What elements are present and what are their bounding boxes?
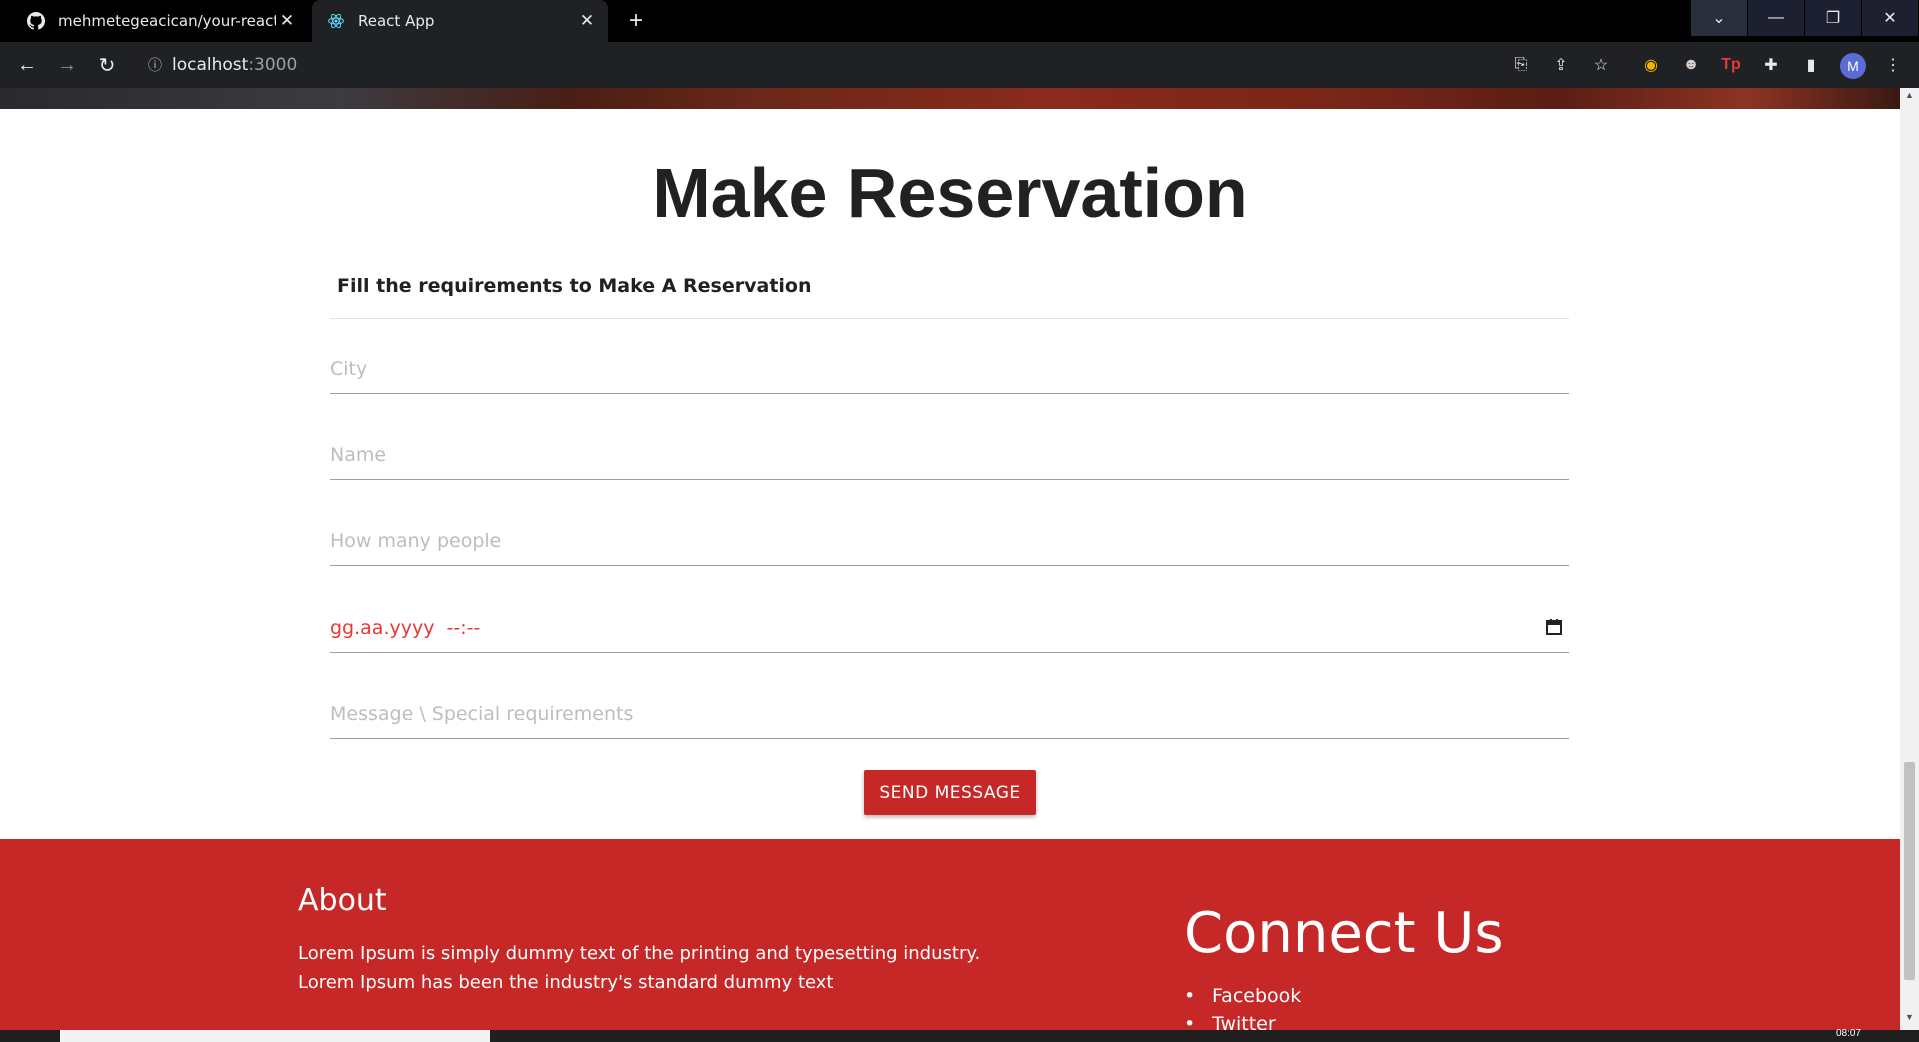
taskbar-search[interactable] — [60, 1030, 490, 1042]
scroll-up-icon[interactable]: ▲ — [1900, 90, 1919, 106]
reload-icon[interactable]: ↻ — [92, 50, 122, 80]
menu-kebab-icon[interactable]: ⋮ — [1880, 52, 1906, 78]
close-icon[interactable]: ✕ — [276, 11, 298, 31]
minimize-icon[interactable]: — — [1748, 0, 1804, 36]
form-subtitle: Fill the requirements to Make A Reservat… — [337, 275, 812, 297]
back-icon[interactable]: ← — [12, 50, 42, 80]
tab-search-chevron-icon[interactable]: ⌄ — [1691, 0, 1747, 36]
react-icon — [326, 11, 346, 31]
url-host: localhost — [172, 55, 249, 75]
avatar[interactable]: M — [1840, 53, 1866, 79]
translate-icon[interactable]: ⎘ — [1508, 52, 1534, 78]
window-close-icon[interactable]: ✕ — [1862, 0, 1918, 36]
footer: About Lorem Ipsum is simply dummy text o… — [0, 839, 1900, 1035]
restore-icon[interactable]: ❐ — [1805, 0, 1861, 36]
extension-tp-icon[interactable]: Tp — [1718, 52, 1744, 78]
github-icon — [26, 11, 46, 31]
url-port: :3000 — [248, 55, 298, 75]
site-info-icon[interactable]: ⓘ — [138, 55, 172, 75]
calendar-icon[interactable] — [1545, 618, 1563, 636]
os-taskbar: 08:07 — [0, 1028, 1919, 1042]
connect-heading: Connect Us — [1184, 901, 1504, 966]
message-input[interactable] — [330, 689, 1569, 739]
side-panel-icon[interactable]: ▮ — [1798, 52, 1824, 78]
city-input[interactable] — [330, 344, 1569, 394]
reservation-section: Make Reservation Fill the requirements t… — [0, 109, 1900, 839]
close-icon[interactable]: ✕ — [576, 11, 598, 31]
tab-title: React App — [358, 12, 435, 30]
page-title: Make Reservation — [652, 154, 1248, 232]
new-tab-button[interactable]: + — [622, 0, 650, 42]
datetime-value: gg.aa.yyyy --:-- — [330, 616, 481, 639]
taskbar-clock: 08:07 — [1835, 1028, 1861, 1039]
extension-face-icon[interactable]: ☻ — [1678, 52, 1704, 78]
name-input[interactable] — [330, 430, 1569, 480]
link-facebook[interactable]: Facebook — [1184, 985, 1301, 1013]
send-message-button[interactable]: SEND MESSAGE — [864, 770, 1036, 815]
page-scrollbar[interactable]: ▲ ▼ — [1900, 88, 1919, 1030]
about-heading: About — [298, 883, 387, 918]
scroll-down-icon[interactable]: ▼ — [1900, 1012, 1919, 1028]
extension-color-icon[interactable]: ◉ — [1638, 52, 1664, 78]
bookmark-star-icon[interactable]: ☆ — [1588, 52, 1614, 78]
tab-react-app[interactable]: React App ✕ — [312, 0, 608, 42]
people-count-input[interactable] — [330, 516, 1569, 566]
extensions-puzzle-icon[interactable]: ✚ — [1758, 52, 1784, 78]
browser-tab-strip: mehmetegeacican/your-react-re ✕ React Ap… — [0, 0, 1919, 42]
share-icon[interactable]: ⇪ — [1548, 52, 1574, 78]
divider — [330, 318, 1569, 319]
datetime-input[interactable]: gg.aa.yyyy --:-- — [330, 603, 1569, 653]
hero-image — [0, 88, 1900, 109]
address-bar[interactable]: ⓘ localhost:3000 — [138, 48, 1624, 82]
tab-title: mehmetegeacican/your-react-re — [58, 12, 276, 30]
forward-icon[interactable]: → — [52, 50, 82, 80]
scrollbar-thumb[interactable] — [1904, 762, 1915, 980]
browser-toolbar: ← → ↻ ⓘ localhost:3000 ⎘ ⇪ ☆ ◉ ☻ Tp ✚ ▮ … — [0, 42, 1919, 88]
tab-github[interactable]: mehmetegeacican/your-react-re ✕ — [12, 0, 308, 42]
about-text: Lorem Ipsum is simply dummy text of the … — [298, 943, 981, 993]
